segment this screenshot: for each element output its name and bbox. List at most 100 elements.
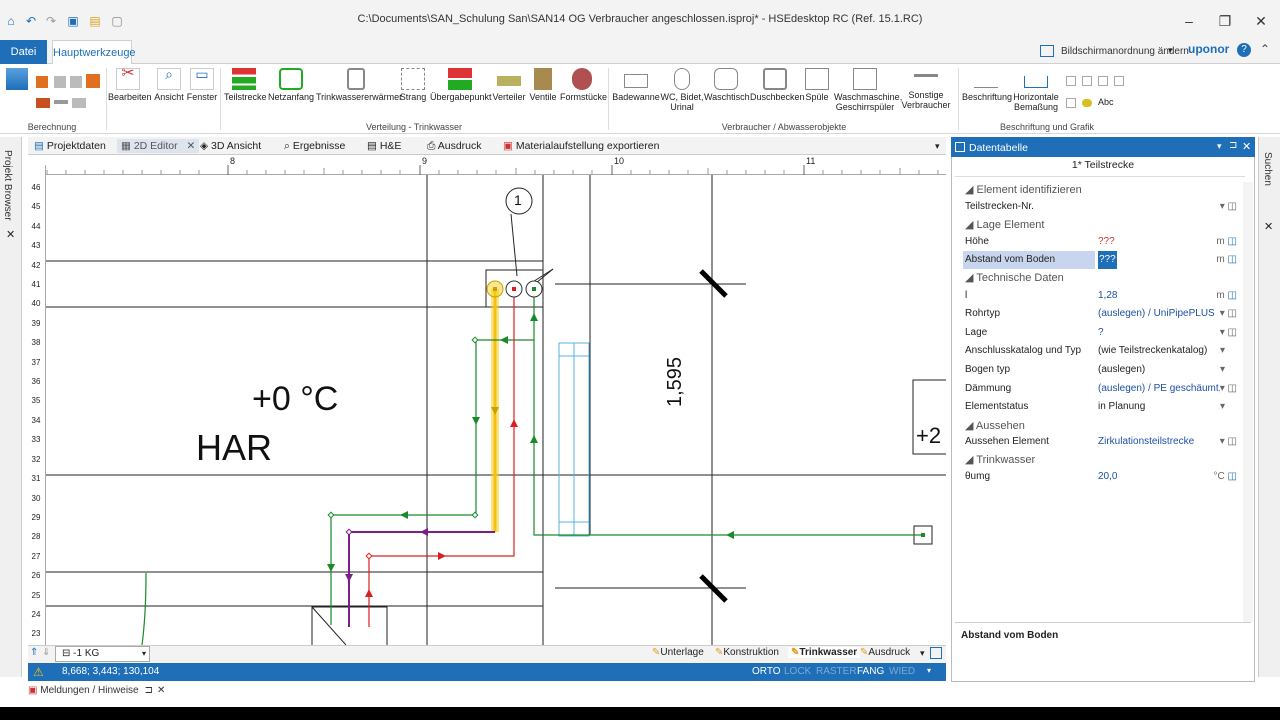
calculation-icon[interactable] <box>6 68 28 90</box>
tab-ausdruck[interactable]: ⎙ Ausdruck <box>427 139 482 153</box>
messages-panel-tab[interactable]: ▣ Meldungen / Hinweise ⊐ ✕ <box>28 685 165 696</box>
drawing-canvas[interactable]: +0 °C HAR 1,595 1 +2 <box>46 175 946 645</box>
ansicht-button[interactable]: ⌕ Ansicht <box>152 67 186 102</box>
row-theta-umg[interactable]: θumg 20,0 °C ◫ <box>955 468 1245 486</box>
raster-toggle[interactable]: RASTER <box>816 666 857 677</box>
tab-ergebnisse[interactable]: ⌕ Ergebnisse <box>284 139 345 153</box>
row-bogen-typ[interactable]: Bogen typ (auslegen) ▾ <box>955 361 1245 379</box>
netzanfang-button[interactable]: Netzanfang <box>268 68 314 102</box>
calc-tool-icon[interactable] <box>54 76 66 88</box>
grafik-tool-icon[interactable] <box>1082 76 1092 86</box>
grafik-tool-icon[interactable] <box>1114 76 1124 86</box>
grafik-tool-icon[interactable] <box>1098 76 1108 86</box>
strang-button[interactable]: Strang <box>398 68 428 102</box>
tab-projektdaten[interactable]: ▤ Projektdaten <box>34 139 106 153</box>
chevron-down-icon[interactable]: ▾ <box>920 648 925 659</box>
section-technische-daten[interactable]: ◢ Technische Daten <box>955 270 1245 286</box>
chevron-down-icon[interactable]: ▾ <box>1217 141 1222 152</box>
row-rohrtyp[interactable]: Rohrtyp (auslegen) / UniPipePLUS ▾ ◫ <box>955 305 1245 323</box>
chevron-down-icon[interactable]: ▾ <box>927 666 931 675</box>
project-browser-tab[interactable]: Projekt Browser <box>2 150 13 221</box>
grafik-tool-icon[interactable] <box>1066 98 1076 108</box>
level-down-icon[interactable]: ⇓ <box>42 647 50 658</box>
close-icon[interactable]: ✕ <box>157 685 165 696</box>
shape-icon[interactable] <box>1082 99 1092 107</box>
tab-h-und-e[interactable]: ▤ H&E <box>367 139 401 153</box>
teilstrecke-button[interactable]: Teilstrecke <box>224 68 267 102</box>
orto-toggle[interactable]: ORTO <box>752 666 781 677</box>
section-aussehen[interactable]: ◢ Aussehen <box>955 418 1245 434</box>
lock-toggle[interactable]: LOCK <box>784 666 811 677</box>
row-lage[interactable]: Lage? ▾ ◫ <box>955 324 1245 342</box>
ventile-button[interactable]: Ventile <box>528 68 558 102</box>
group-berechnung: Berechnung <box>27 122 77 132</box>
uebergabepunkt-button[interactable]: Übergabepunkt <box>430 68 492 102</box>
bearbeiten-button[interactable]: ✂ Bearbeiten <box>108 66 152 103</box>
screen-layout-icon[interactable] <box>1040 45 1054 57</box>
tab-trinkwasser[interactable]: ✎Trinkwasser <box>788 647 861 658</box>
close-button[interactable]: ✕ <box>1246 10 1276 32</box>
calc-tool-icon[interactable] <box>70 76 82 88</box>
chevron-down-icon[interactable]: ▾ <box>935 141 940 152</box>
calc-tool-icon[interactable] <box>72 98 86 108</box>
beschriftung-button[interactable]: Beschriftung <box>962 68 1012 102</box>
row-aussehen-element[interactable]: Aussehen Element Zirkulationsteilstrecke ▾… <box>955 433 1245 451</box>
tab-hauptwerkzeuge[interactable]: Hauptwerkzeuge <box>52 40 136 65</box>
section-trinkwasser[interactable]: ◢ Trinkwasser <box>955 452 1245 468</box>
tab-ausdruck-layer[interactable]: ✎Ausdruck <box>860 647 910 658</box>
close-icon[interactable]: ✕ <box>6 228 15 241</box>
waschmaschine-button[interactable]: Waschmaschine, Geschirrspüler <box>834 68 902 112</box>
section-lage-element[interactable]: ◢ Lage Element <box>955 217 1245 233</box>
verteiler-button[interactable]: Verteiler <box>492 68 526 102</box>
search-tab[interactable]: Suchen <box>1262 152 1273 186</box>
calc-tool-icon[interactable] <box>86 74 100 88</box>
formstuecke-button[interactable]: Formstücke <box>560 68 607 102</box>
panel-scrollbar[interactable] <box>1243 182 1253 622</box>
calc-tool-icon[interactable] <box>36 76 48 88</box>
trinkwasserwaermer-button[interactable]: Trinkwassererwärmer <box>316 68 402 102</box>
text-tool[interactable]: Abc <box>1098 97 1114 107</box>
calc-tool-icon[interactable] <box>54 100 68 104</box>
row-l[interactable]: l 1,28 m ◫ <box>955 287 1245 305</box>
tab-3d-ansicht[interactable]: ◈ 3D Ansicht <box>200 139 261 153</box>
row-daemmung[interactable]: Dämmung (auslegen) / PE geschäumt, λ ▾ ◫ <box>955 380 1245 398</box>
collapse-ribbon-icon[interactable]: ⌃ <box>1260 42 1270 56</box>
layer-settings-icon[interactable] <box>930 647 942 659</box>
tab-unterlage[interactable]: ✎Unterlage <box>652 647 704 658</box>
tab-datei[interactable]: Datei <box>0 40 47 64</box>
row-elementstatus[interactable]: Elementstatus in Planung ▾ <box>955 398 1245 416</box>
row-abstand-vom-boden[interactable]: Abstand vom Boden??? m ◫ <box>955 251 1245 269</box>
row-anschlusskatalog[interactable]: Anschlusskatalog und Typ (wie Teilstrecke… <box>955 342 1245 360</box>
wied-toggle[interactable]: WIED <box>889 666 915 677</box>
chevron-down-icon[interactable]: ▾ <box>1168 45 1173 56</box>
horizontale-bemassung-button[interactable]: Horizontale Bemaßung <box>1012 68 1060 112</box>
minimize-button[interactable]: – <box>1174 10 1204 32</box>
calc-tool-icon[interactable] <box>36 98 50 108</box>
fang-toggle[interactable]: FANG <box>857 666 884 677</box>
row-hoehe[interactable]: Höhe??? m ◫ <box>955 233 1245 251</box>
section-element-identifizieren[interactable]: ◢ Element identifizieren <box>955 182 1245 198</box>
tab-konstruktion[interactable]: ✎Konstruktion <box>715 647 779 658</box>
row-teilstrecken-nr[interactable]: Teilstrecken-Nr. ▾ ◫ <box>955 198 1245 216</box>
wc-button[interactable]: WC, Bidet, Urinal <box>660 68 704 112</box>
level-select[interactable]: ⊟ -1 KG ▾ <box>55 646 150 662</box>
pin-icon[interactable]: ⊐ <box>145 685 153 696</box>
sonstige-verbraucher-button[interactable]: Sonstige Verbraucher <box>898 68 954 110</box>
fenster-button[interactable]: ▭ Fenster <box>186 67 218 102</box>
grafik-tool-icon[interactable] <box>1066 76 1076 86</box>
waschtisch-button[interactable]: Waschtisch <box>704 68 750 102</box>
tab-2d-editor[interactable]: ▦ 2D Editor ✕ <box>117 139 200 153</box>
level-up-icon[interactable]: ⇑ <box>30 647 38 658</box>
badewanne-button[interactable]: Badewanne <box>612 68 660 102</box>
warning-icon[interactable]: ⚠ <box>33 665 44 679</box>
close-icon[interactable]: ✕ <box>1242 140 1251 153</box>
help-icon[interactable]: ? <box>1237 43 1251 57</box>
close-icon[interactable]: ✕ <box>187 140 196 152</box>
pin-icon[interactable]: ⊐ <box>1229 140 1237 151</box>
dropdown-icon[interactable]: ▾ ◫ <box>1220 198 1237 216</box>
maximize-button[interactable]: ❐ <box>1210 10 1240 32</box>
close-icon[interactable]: ✕ <box>1264 220 1273 233</box>
tab-materialaufstellung[interactable]: ▣ Materialaufstellung exportieren <box>503 139 659 153</box>
duschbecken-button[interactable]: Duschbecken <box>750 68 805 102</box>
spuele-button[interactable]: Spüle <box>802 68 832 102</box>
